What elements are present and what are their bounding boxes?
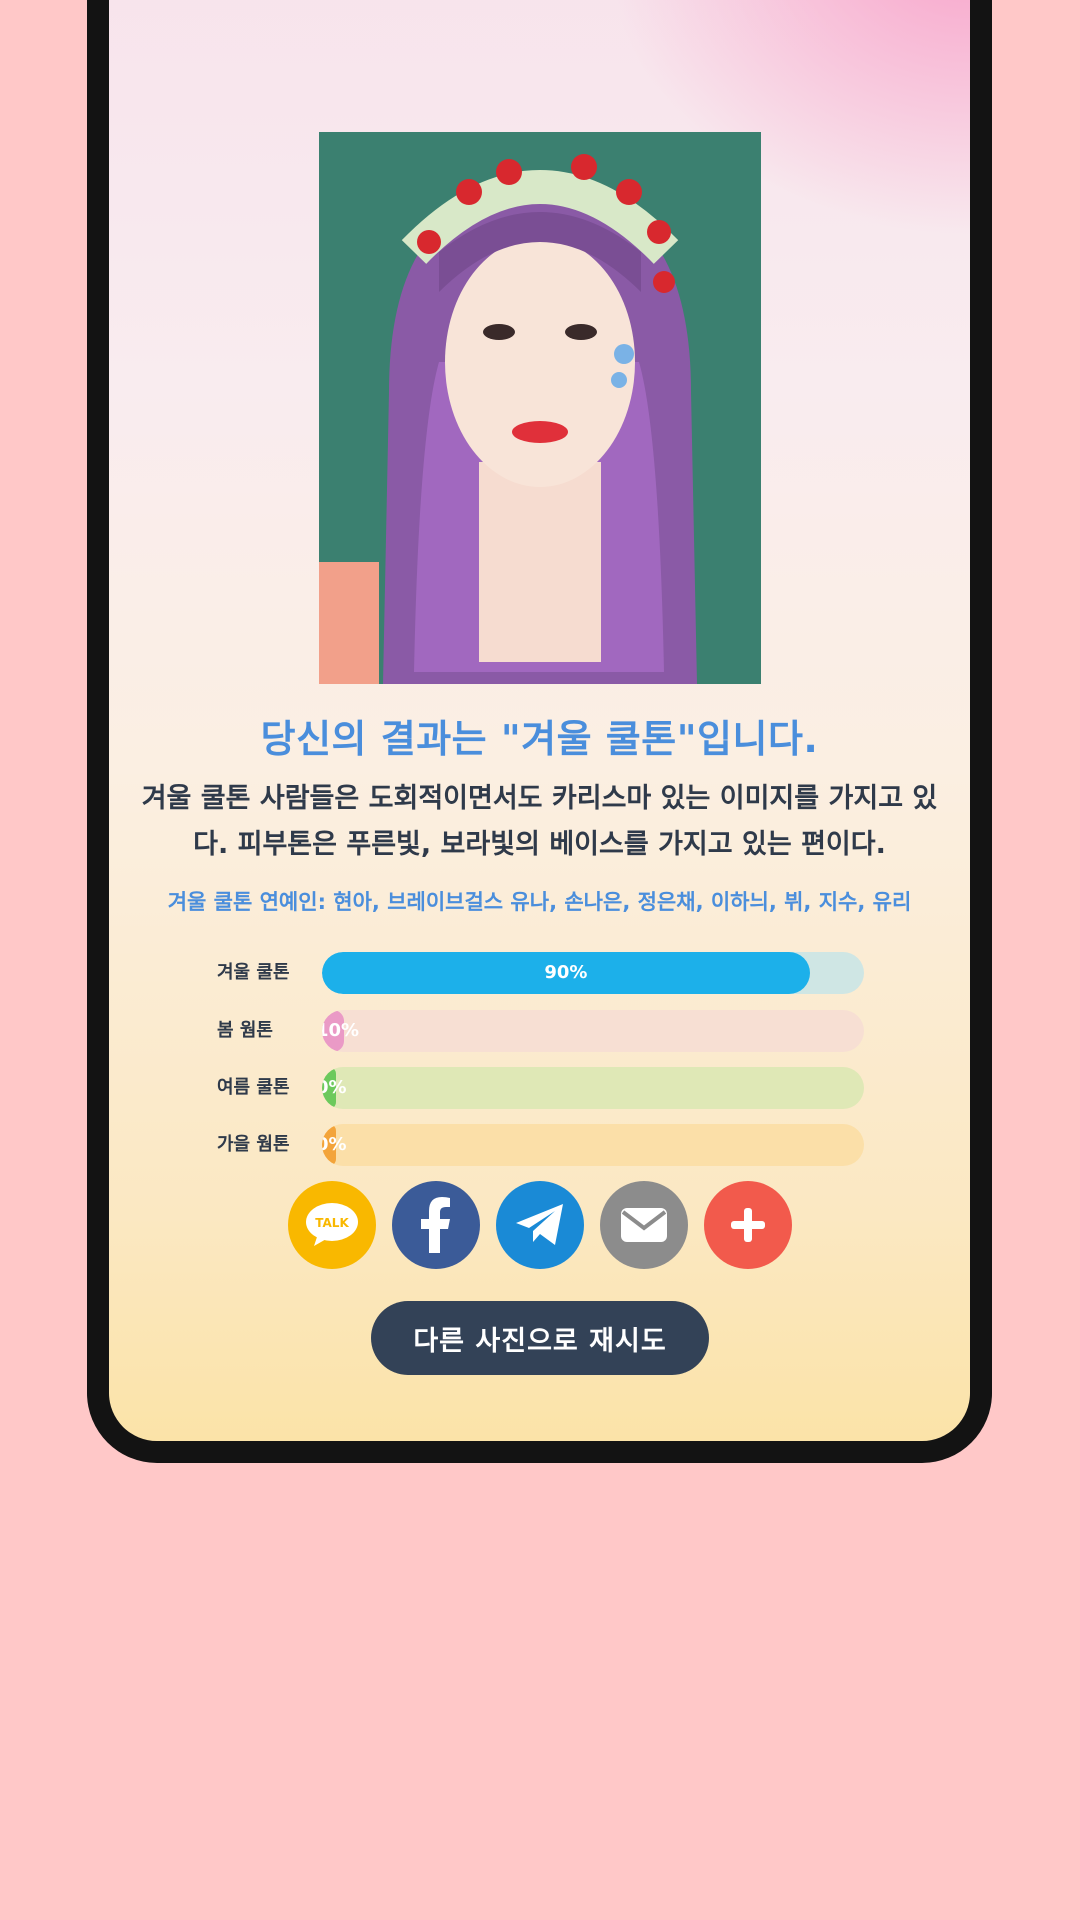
bar-row-summer: 여름 쿨톤 0% <box>109 1067 970 1109</box>
kakao-talk-label: TALK <box>315 1216 349 1230</box>
telegram-icon <box>515 1204 563 1245</box>
result-description: 겨울 쿨톤 사람들은 도회적이면서도 카리스마 있는 이미지를 가지고 있다. … <box>141 783 938 860</box>
email-share-button[interactable] <box>599 1181 688 1269</box>
bar-track: 10% <box>322 1010 864 1052</box>
bar-row-winter: 겨울 쿨톤 90% <box>109 952 970 994</box>
bar-percent: 0% <box>322 1134 347 1155</box>
bar-track: 90% <box>322 952 864 994</box>
retry-button[interactable]: 다른 사진으로 재시도 <box>371 1301 709 1375</box>
share-buttons: TALK <box>109 1181 970 1269</box>
bar-row-spring: 봄 웜톤 10% <box>109 1010 970 1052</box>
bar-track: 0% <box>322 1124 864 1166</box>
bar-percent: 90% <box>544 962 588 983</box>
kakao-talk-icon: TALK <box>305 1203 358 1246</box>
plus-icon <box>730 1208 765 1242</box>
mail-icon <box>620 1208 667 1242</box>
kakao-share-button[interactable]: TALK <box>287 1181 376 1269</box>
bar-percent: 10% <box>322 1020 360 1041</box>
phone-frame: 당신의 결과는 "겨울 쿨톤"입니다. 겨울 쿨톤 사람들은 도회적이면서도 카… <box>87 0 992 1463</box>
facebook-share-button[interactable] <box>391 1181 480 1269</box>
bar-row-autumn: 가을 웜톤 0% <box>109 1124 970 1166</box>
app-screen: 당신의 결과는 "겨울 쿨톤"입니다. 겨울 쿨톤 사람들은 도회적이면서도 카… <box>109 0 970 1441</box>
portrait-illustration <box>319 132 761 684</box>
celebrity-list: 겨울 쿨톤 연예인: 현아, 브레이브걸스 유나, 손나은, 정은채, 이하늬,… <box>167 890 912 914</box>
result-photo <box>319 132 761 684</box>
telegram-share-button[interactable] <box>495 1181 584 1269</box>
result-title: 당신의 결과는 "겨울 쿨톤"입니다. <box>260 717 819 761</box>
bar-track: 0% <box>322 1067 864 1109</box>
more-share-button[interactable] <box>703 1181 792 1269</box>
bar-percent: 0% <box>322 1077 347 1098</box>
facebook-icon <box>420 1197 450 1253</box>
